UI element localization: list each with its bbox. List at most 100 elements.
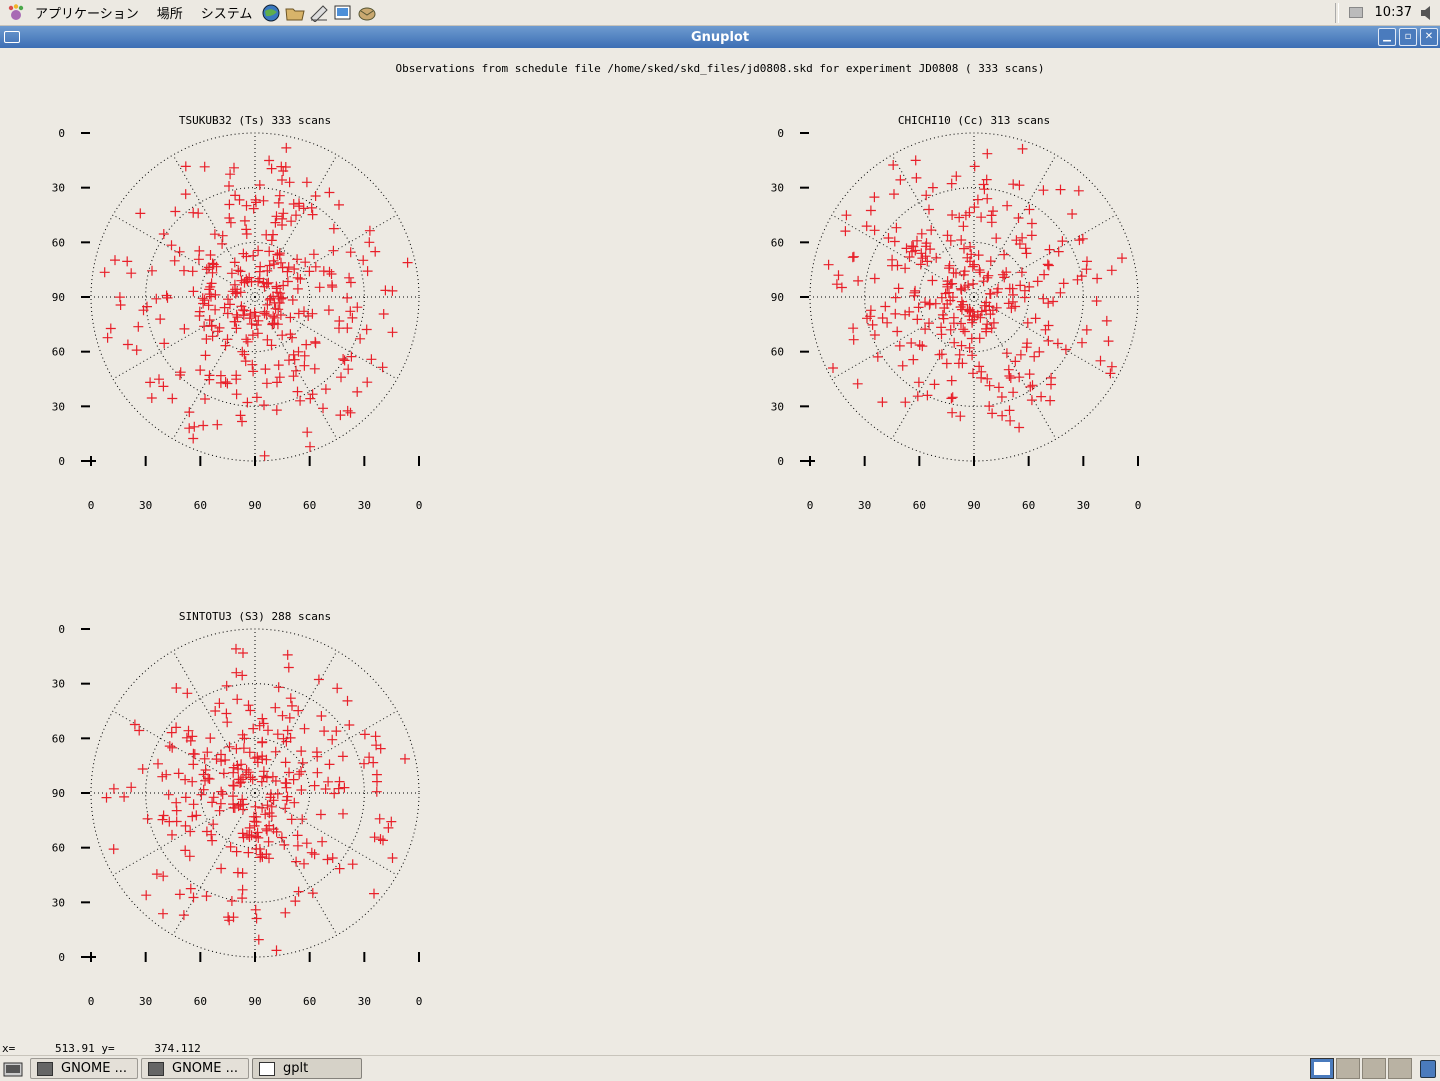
scan-point: [1101, 315, 1112, 326]
scan-point: [280, 803, 291, 814]
menu-places[interactable]: 場所: [148, 3, 192, 22]
keyboard-indicator-icon[interactable]: [1348, 7, 1363, 18]
show-desktop-icon[interactable]: [2, 1059, 24, 1079]
scan-point: [303, 311, 314, 321]
scan-point: [1016, 267, 1027, 278]
scan-point: [358, 255, 369, 266]
browser-icon[interactable]: [261, 4, 281, 22]
scan-point: [287, 295, 298, 305]
scan-point: [225, 841, 236, 852]
workspace-2[interactable]: [1336, 1058, 1360, 1079]
scan-point: [188, 759, 199, 770]
scan-point: [310, 261, 321, 272]
gnome-foot-icon[interactable]: [6, 3, 26, 23]
scan-point: [108, 783, 119, 794]
scan-point: [175, 367, 186, 378]
window-menu-icon[interactable]: [4, 31, 20, 43]
scan-point: [342, 292, 353, 303]
task-button-terminal-2[interactable]: GNOME ...: [141, 1058, 249, 1079]
scan-point: [361, 324, 372, 335]
x-tick-label: 0: [807, 499, 814, 512]
y-tick-label: 30: [52, 400, 65, 413]
scan-point: [1001, 348, 1012, 359]
terminal-icon: [148, 1061, 164, 1076]
editor-icon[interactable]: [309, 4, 329, 22]
x-tick-label: 60: [913, 499, 926, 512]
paint-icon[interactable]: [333, 4, 353, 22]
gnuplot-canvas[interactable]: Observations from schedule file /home/sk…: [0, 49, 1440, 1054]
scan-point: [936, 329, 947, 340]
scan-point: [890, 292, 901, 303]
scan-point: [343, 364, 354, 375]
scan-point: [184, 851, 195, 862]
scan-point: [906, 338, 917, 348]
scan-point: [189, 749, 200, 760]
azimuth-spoke: [973, 296, 1117, 380]
mail-icon[interactable]: [357, 4, 377, 22]
azimuth-spoke: [172, 154, 256, 298]
scan-point: [946, 393, 957, 404]
scan-point: [947, 210, 958, 220]
scan-point: [292, 272, 303, 283]
x-tick-label: 60: [194, 499, 207, 512]
scan-point: [312, 751, 323, 762]
scan-point: [319, 726, 330, 737]
workspace-3[interactable]: [1362, 1058, 1386, 1079]
scan-point: [320, 384, 331, 395]
scan-point: [205, 733, 216, 744]
scan-point: [345, 407, 356, 418]
scan-point: [1003, 364, 1014, 375]
scan-point: [921, 190, 932, 201]
scan-point: [209, 229, 220, 240]
scan-point: [976, 212, 987, 223]
trash-icon[interactable]: [1420, 1060, 1436, 1078]
scan-point: [299, 360, 310, 371]
scan-point: [292, 283, 303, 294]
maximize-icon[interactable]: ▫: [1399, 28, 1417, 46]
scan-point: [988, 317, 999, 328]
menu-system[interactable]: システム: [192, 3, 262, 22]
volume-icon[interactable]: [1420, 5, 1434, 21]
scan-point: [930, 298, 941, 309]
scan-point: [259, 400, 269, 411]
scan-point: [225, 217, 236, 228]
scan-point: [243, 700, 254, 711]
clock[interactable]: 10:37: [1375, 5, 1412, 20]
task-button-gplt[interactable]: gplt: [252, 1058, 362, 1079]
file-manager-icon[interactable]: [285, 4, 306, 22]
x-tick-label: 0: [88, 995, 95, 1008]
scan-point: [324, 266, 335, 277]
scan-point: [288, 371, 299, 382]
task-button-terminal-1[interactable]: GNOME ...: [30, 1058, 138, 1079]
scan-point: [122, 256, 133, 267]
x-tick-label: 30: [139, 995, 152, 1008]
scan-point: [248, 366, 259, 377]
x-tick-label: 0: [416, 995, 423, 1008]
scan-point: [1092, 273, 1103, 284]
scan-point: [1091, 296, 1102, 306]
close-icon[interactable]: ✕: [1420, 28, 1438, 46]
scan-point: [221, 680, 232, 691]
minimize-icon[interactable]: ▁: [1378, 28, 1396, 46]
workspace-1[interactable]: [1310, 1058, 1334, 1079]
scan-point: [958, 221, 969, 232]
scan-point: [207, 331, 218, 342]
window-titlebar[interactable]: Gnuplot ▁ ▫ ✕: [0, 26, 1440, 48]
scan-point: [894, 340, 905, 351]
workspace-4[interactable]: [1388, 1058, 1412, 1079]
scan-point: [216, 786, 227, 797]
scan-point: [110, 255, 120, 266]
x-tick-label: 90: [967, 499, 980, 512]
menu-applications[interactable]: アプリケーション: [26, 3, 148, 22]
scan-point: [102, 332, 113, 343]
scan-point: [865, 205, 876, 216]
scan-point: [841, 210, 852, 221]
x-tick-label: 90: [248, 995, 261, 1008]
workspace-switcher[interactable]: [1310, 1058, 1412, 1079]
scan-point: [370, 246, 381, 257]
scan-point: [294, 198, 304, 209]
x-tick-label: 60: [303, 995, 316, 1008]
scan-point: [958, 324, 969, 335]
scan-point: [1026, 230, 1037, 241]
scan-point: [364, 225, 375, 236]
